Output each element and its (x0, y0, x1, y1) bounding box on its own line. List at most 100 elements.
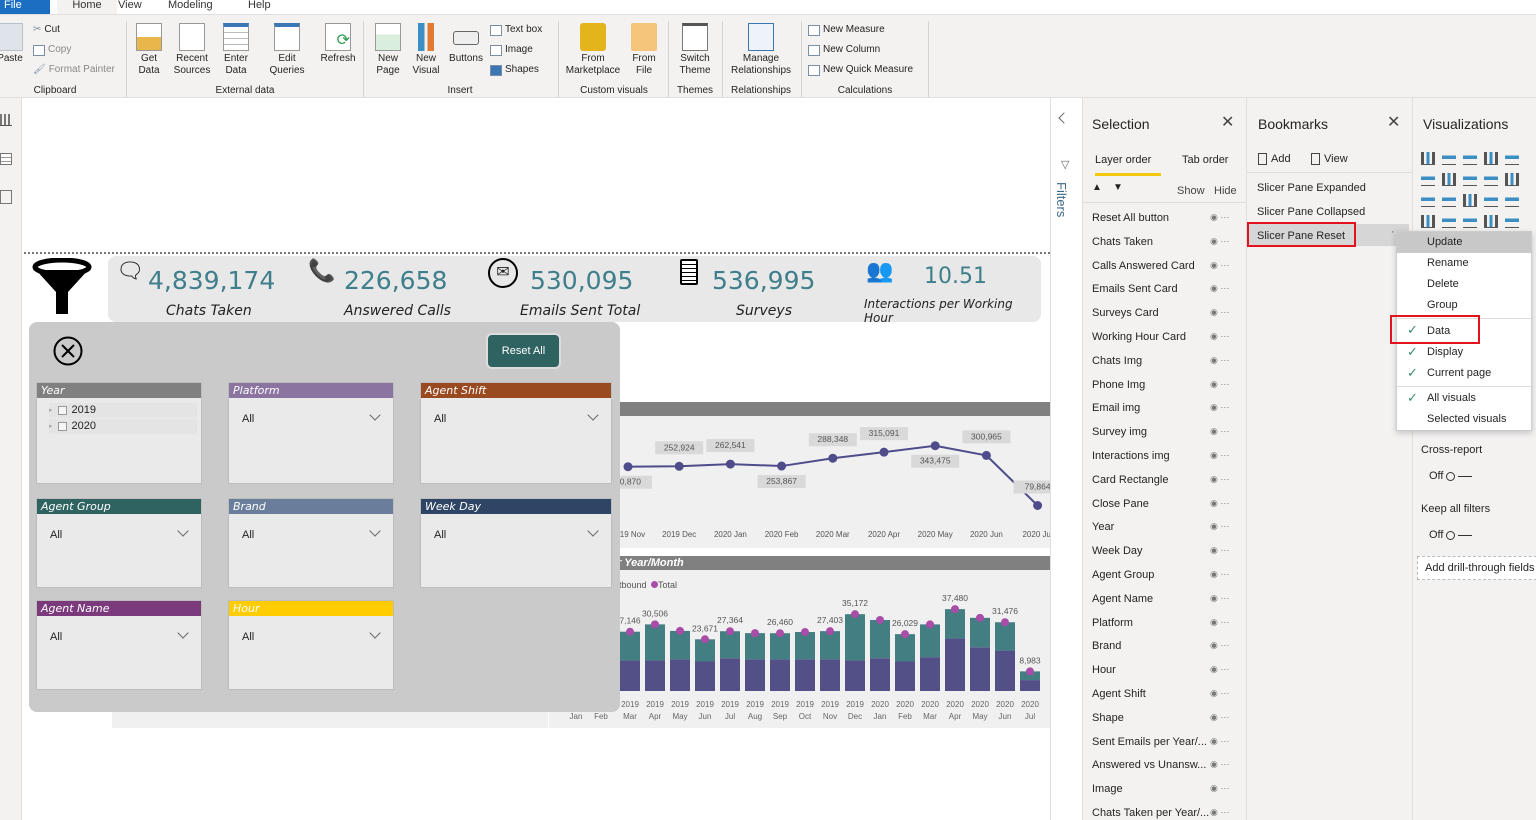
bar-outbound[interactable] (895, 634, 915, 662)
layer-item[interactable]: Emails Sent Card ◉ ··· (1092, 283, 1242, 295)
bar-outbound[interactable] (845, 614, 865, 661)
eye-icon[interactable]: ◉ ··· (1210, 450, 1229, 461)
layer-item[interactable]: Week Day ◉ ··· (1092, 545, 1242, 557)
chevron-down-icon[interactable] (369, 409, 381, 421)
eye-icon[interactable]: ◉ ··· (1210, 331, 1229, 342)
total-marker[interactable] (626, 627, 634, 636)
layer-item[interactable]: Agent Name ◉ ··· (1092, 593, 1242, 605)
layer-item[interactable]: Close Pane ◉ ··· (1092, 498, 1242, 510)
eye-icon[interactable]: ◉ ··· (1210, 617, 1229, 628)
layer-item[interactable]: Reset All button ◉ ··· (1092, 212, 1242, 224)
bar-inbound[interactable] (920, 657, 940, 691)
edit-queries-button[interactable]: Edit Queries (262, 23, 312, 77)
eye-icon[interactable]: ◉ ··· (1210, 807, 1229, 818)
new-measure-button[interactable]: New Measure (808, 24, 885, 36)
eye-icon[interactable]: ◉ ··· (1210, 498, 1229, 509)
layer-item[interactable]: Hour ◉ ··· (1092, 664, 1242, 676)
line-point[interactable] (1033, 500, 1043, 510)
model-view-icon[interactable] (0, 190, 12, 204)
year-option[interactable]: ▸ 2019 (49, 403, 197, 418)
layer-item[interactable]: Phone Img ◉ ··· (1092, 379, 1242, 391)
bar-inbound[interactable] (620, 660, 640, 691)
tab-modeling[interactable]: Modeling (168, 0, 213, 14)
chevron-down-icon[interactable] (369, 525, 381, 537)
tab-help[interactable]: Help (248, 0, 271, 14)
chevron-down-icon[interactable] (587, 525, 599, 537)
bar-inbound[interactable] (720, 658, 740, 691)
total-marker[interactable] (776, 629, 784, 638)
slicer-dropdown-value[interactable]: All (50, 631, 62, 643)
chevron-down-icon[interactable] (369, 627, 381, 639)
bar-inbound[interactable] (1020, 680, 1040, 691)
100-bar-icon[interactable] (1505, 152, 1519, 165)
drill-through-drop-zone[interactable]: Add drill-through fields (1417, 556, 1536, 580)
eye-icon[interactable]: ◉ ··· (1210, 260, 1229, 271)
total-marker[interactable] (826, 627, 834, 636)
bar-inbound[interactable] (795, 659, 815, 691)
slicer-dropdown-value[interactable]: All (434, 529, 446, 541)
menu-item-update[interactable]: Update (1427, 236, 1462, 248)
line-point[interactable] (725, 459, 735, 469)
bookmark-item[interactable]: Slicer Pane Expanded (1257, 182, 1366, 194)
refresh-button[interactable]: ⟳ Refresh (318, 23, 358, 65)
reset-all-button[interactable]: Reset All (486, 333, 561, 369)
text-box-button[interactable]: Text box (490, 24, 542, 36)
chevron-down-icon[interactable] (177, 525, 189, 537)
move-down-icon[interactable]: ▼ (1113, 182, 1123, 193)
close-pane-icon[interactable] (52, 335, 84, 367)
stacked-column-icon[interactable] (1442, 152, 1456, 165)
new-page-button[interactable]: New Page (370, 23, 406, 77)
switch-theme-button[interactable]: Switch Theme (672, 23, 718, 77)
cross-report-toggle[interactable]: Off (1429, 470, 1473, 482)
eye-icon[interactable]: ◉ ··· (1210, 474, 1229, 485)
line-column-icon[interactable] (1484, 173, 1498, 186)
total-marker[interactable] (651, 620, 659, 629)
card-icon[interactable] (1484, 215, 1498, 228)
line-point[interactable] (981, 450, 991, 460)
layer-item[interactable]: Interactions img ◉ ··· (1092, 450, 1242, 462)
bar-inbound[interactable] (970, 647, 990, 691)
bar-inbound[interactable] (820, 659, 840, 691)
bar-outbound[interactable] (795, 632, 815, 660)
eye-icon[interactable]: ◉ ··· (1210, 379, 1229, 390)
layer-item[interactable]: Calls Answered Card ◉ ··· (1092, 260, 1242, 272)
image-button[interactable]: Image (490, 44, 533, 56)
eye-icon[interactable]: ◉ ··· (1210, 402, 1229, 413)
total-marker[interactable] (1001, 618, 1009, 627)
eye-icon[interactable]: ◉ ··· (1210, 640, 1229, 651)
bar-inbound[interactable] (670, 659, 690, 691)
layer-item[interactable]: Year ◉ ··· (1092, 521, 1242, 533)
expand-arrow-icon[interactable]: ▸ (49, 419, 53, 434)
eye-icon[interactable]: ◉ ··· (1210, 212, 1229, 223)
total-marker[interactable] (926, 620, 934, 629)
eye-icon[interactable]: ◉ ··· (1210, 545, 1229, 556)
eye-icon[interactable]: ◉ ··· (1210, 736, 1229, 747)
bar-inbound[interactable] (645, 660, 665, 691)
data-view-icon[interactable] (0, 153, 12, 165)
eye-icon[interactable]: ◉ ··· (1210, 426, 1229, 437)
bar-inbound[interactable] (870, 658, 890, 691)
bar-outbound[interactable] (920, 624, 940, 658)
bar-inbound[interactable] (770, 659, 790, 691)
funnel-icon[interactable] (1442, 194, 1456, 207)
bar-outbound[interactable] (995, 622, 1015, 651)
filters-pane-collapsed[interactable]: ▽ Filters (1050, 98, 1082, 820)
total-marker[interactable] (726, 627, 734, 636)
layer-item[interactable]: Shape ◉ ··· (1092, 712, 1242, 724)
total-marker[interactable] (976, 613, 984, 622)
chevron-down-icon[interactable] (177, 627, 189, 639)
checkbox[interactable] (57, 406, 67, 415)
layer-item[interactable]: Chats Taken per Year/... ◉ ··· (1092, 807, 1242, 819)
chevron-down-icon[interactable] (587, 409, 599, 421)
menu-item-display[interactable]: Display (1427, 346, 1463, 358)
shapes-button[interactable]: Shapes (490, 64, 539, 76)
bar-inbound[interactable] (995, 650, 1015, 691)
bar-outbound[interactable] (720, 631, 740, 659)
table-icon[interactable] (1505, 215, 1519, 228)
total-marker[interactable] (751, 629, 759, 638)
bookmark-item[interactable]: Slicer Pane Collapsed (1257, 206, 1365, 218)
manage-relationships-button[interactable]: Manage Relationships (726, 23, 796, 77)
layer-item[interactable]: Surveys Card ◉ ··· (1092, 307, 1242, 319)
map-icon[interactable] (1421, 215, 1435, 228)
paste-button[interactable]: Paste (0, 23, 24, 65)
